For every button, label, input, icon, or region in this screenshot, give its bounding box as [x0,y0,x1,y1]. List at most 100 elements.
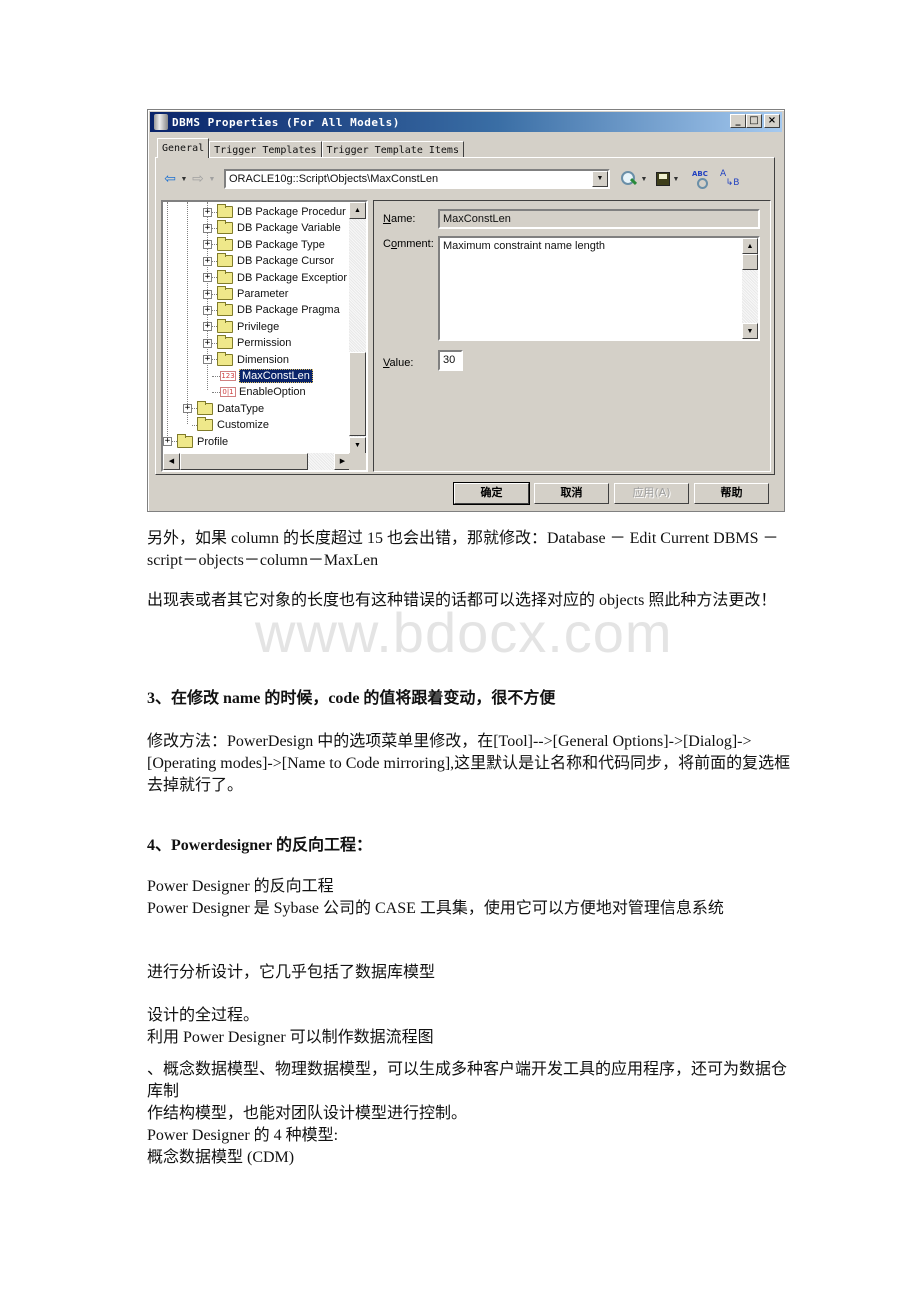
paragraph: 修改方法：PowerDesign 中的选项菜单里修改，在[Tool]-->[Ge… [147,733,791,794]
comment-label: Comment: [383,238,434,250]
arrow-right-icon[interactable]: ⇨ [190,171,206,187]
expand-icon[interactable]: + [203,256,212,266]
arrow-left-icon[interactable]: ⇦ [162,171,178,187]
tree-item-label: DB Package Exceptior [237,271,348,284]
comment-field[interactable]: Maximum constraint name length ▲ ▼ [438,236,760,341]
title-bar[interactable]: DBMS Properties (For All Models) _ □ × [150,112,782,132]
maximize-button[interactable]: □ [746,114,762,128]
tree-item[interactable]: 0|1 EnableOption [203,384,306,400]
scroll-left-button[interactable]: ◀ [163,453,180,470]
save-dropdown-icon[interactable]: ▼ [670,175,682,183]
cancel-button[interactable]: 取消 [534,483,609,504]
tree-item-label: Dimension [237,353,289,366]
paragraph: 进行分析设计，它几乎包括了数据库模型 [147,964,436,981]
save-icon[interactable] [656,172,670,186]
tree-item[interactable]: + Permission [203,335,291,351]
tree-item[interactable]: + DB Package Pragma [203,302,340,318]
tree-item[interactable]: + Dimension [203,351,289,368]
expand-icon[interactable]: + [203,322,212,332]
tree-item-label: Parameter [237,288,289,300]
folder-icon [217,253,233,268]
folder-icon [217,236,233,251]
spellcheck-icon[interactable]: ABC [692,170,710,189]
folder-icon [217,220,233,235]
apply-button[interactable]: 应用(A) [614,483,689,504]
scroll-thumb[interactable] [349,352,366,436]
tab-general[interactable]: General [157,138,210,158]
folder-icon [217,335,233,350]
expand-icon[interactable]: + [203,223,212,233]
tree-item[interactable]: + DB Package Cursor [203,253,334,269]
folder-icon [217,204,233,218]
scroll-thumb-horizontal[interactable] [180,453,308,470]
tree-item[interactable]: Customize [183,417,269,433]
tree-item-label: DB Package Pragma [237,304,340,317]
forward-dropdown-icon[interactable]: ▼ [206,175,218,183]
tree-item[interactable]: + DB Package Exceptior [203,269,348,286]
back-dropdown-icon[interactable]: ▼ [178,175,190,183]
expand-icon[interactable]: + [203,305,212,315]
expand-icon[interactable]: + [183,404,192,414]
tree-item-label: Customize [217,419,269,432]
folder-icon [177,433,193,448]
expand-icon[interactable]: + [163,437,172,447]
comment-scrollbar[interactable]: ▲ ▼ [742,238,758,339]
replace-icon[interactable]: A ↳B [720,170,739,188]
scroll-corner [349,453,366,470]
tree-item[interactable]: + DB Package Type [203,236,325,253]
tab-trigger-template-items[interactable]: Trigger Template Items [321,141,464,158]
path-combobox[interactable]: ORACLE10g::Script\Objects\MaxConstLen ▼ [224,169,610,189]
expand-icon[interactable]: + [203,273,212,283]
tab-trigger-templates[interactable]: Trigger Templates [209,141,322,158]
tree-item-label: Privilege [237,320,280,333]
tree-item-label: DB Package Cursor [237,255,335,268]
minimize-button[interactable]: _ [730,114,746,128]
find-dropdown-icon[interactable]: ▼ [638,175,650,183]
tree-rows: + DB Package Procedur + DB Package Variable… [163,202,351,454]
folder-icon [217,269,233,284]
chevron-down-icon[interactable]: ▼ [592,171,608,187]
scroll-up-button[interactable]: ▲ [349,202,366,219]
scroll-thumb[interactable] [742,254,758,270]
tree-guide-line [167,202,168,442]
value-field[interactable]: 30 [438,350,463,371]
tree-item[interactable]: + DataType [183,400,264,417]
object-tree[interactable]: + DB Package Procedur + DB Package Variable… [161,200,368,472]
tree-vertical-scrollbar[interactable]: ▲ ▼ [349,202,366,454]
value-value: 30 [443,354,456,366]
name-label: Name: [383,213,416,225]
tree-item[interactable]: + Profile [163,433,229,450]
tree-item-label: MaxConstLen [239,369,313,383]
tree-item[interactable]: + DB Package Variable [203,220,341,236]
expand-icon[interactable]: + [203,240,212,250]
expand-icon[interactable]: + [203,207,212,217]
help-button[interactable]: 帮助 [694,483,769,504]
path-value: ORACLE10g::Script\Objects\MaxConstLen [229,173,439,185]
scroll-down-button[interactable]: ▼ [742,323,758,339]
expand-icon[interactable]: + [203,355,212,365]
tree-horizontal-scrollbar[interactable]: ◀ ▶ [163,453,351,470]
ok-button[interactable]: 确定 [453,482,530,505]
expand-icon[interactable]: + [203,338,212,348]
close-button[interactable]: × [764,114,780,128]
scroll-up-button[interactable]: ▲ [742,238,758,254]
tree-item[interactable]: + Parameter [203,286,288,302]
folder-icon [217,351,233,366]
tree-item[interactable]: + DB Package Procedur [203,204,346,220]
name-value: MaxConstLen [443,213,511,225]
find-icon[interactable] [620,170,638,188]
tree-item-label: EnableOption [239,386,306,399]
folder-icon [197,417,213,432]
tree-item[interactable]: 123 MaxConstLen [203,368,313,384]
name-field[interactable]: MaxConstLen [438,209,760,229]
value-label: Value: [383,357,414,369]
expand-icon[interactable]: + [203,289,212,299]
scroll-down-button[interactable]: ▼ [349,437,366,454]
database-icon [154,114,168,130]
comment-value: Maximum constraint name length [443,240,606,252]
tree-item-label: Profile [197,435,229,448]
dialog-title: DBMS Properties (For All Models) [172,115,400,129]
tree-guide-line [187,202,188,424]
tree-item[interactable]: + Privilege [203,318,280,335]
dbms-properties-dialog: DBMS Properties (For All Models) _ □ × G… [147,109,785,512]
